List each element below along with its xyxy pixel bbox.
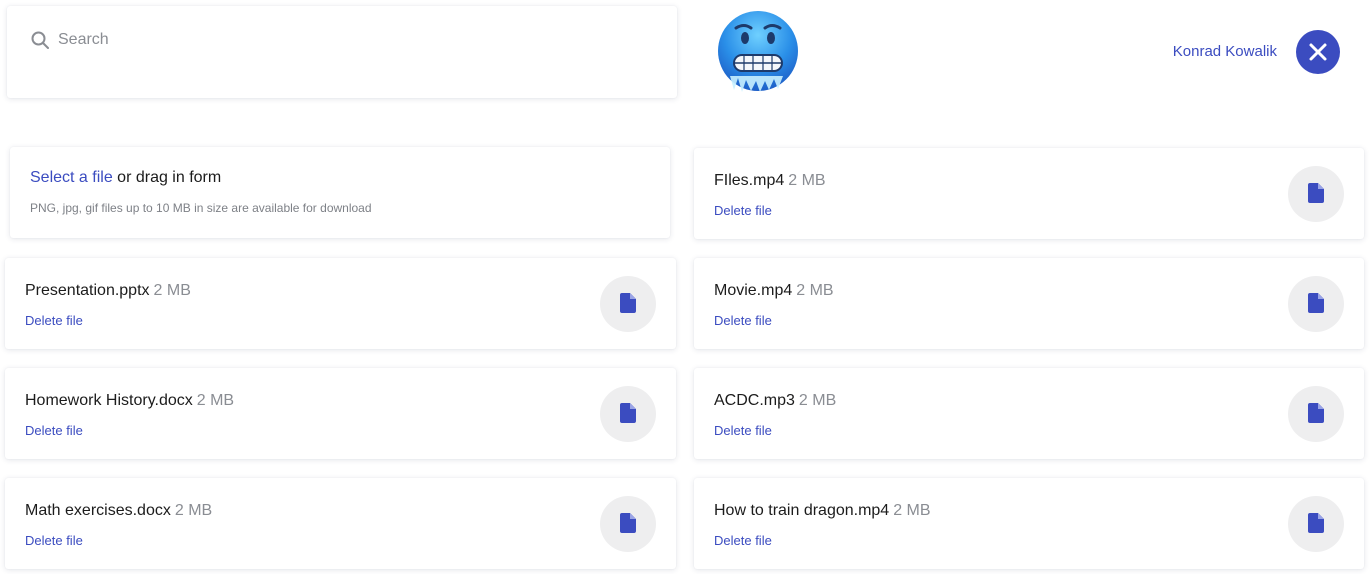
document-icon: [620, 513, 636, 533]
file-open-button[interactable]: [1288, 386, 1344, 442]
file-name-line: Homework History.docx 2 MB: [25, 392, 234, 410]
upload-instruction-text: or drag in form: [112, 169, 222, 186]
file-open-button[interactable]: [600, 276, 656, 332]
avatar: [718, 11, 798, 92]
file-card: Homework History.docx 2 MB Delete file: [5, 368, 676, 459]
document-icon: [620, 293, 636, 313]
file-name: How to train dragon.mp4: [714, 502, 890, 519]
document-icon: [1308, 403, 1324, 423]
file-name-line: Movie.mp4 2 MB: [714, 282, 834, 300]
file-name-line: FIles.mp4 2 MB: [714, 172, 826, 190]
file-size: 2 MB: [174, 502, 213, 519]
file-name-line: Presentation.pptx 2 MB: [25, 282, 191, 300]
file-size: 2 MB: [196, 392, 235, 409]
file-name: ACDC.mp3: [714, 392, 795, 409]
delete-file-link[interactable]: Delete file: [25, 423, 83, 438]
file-name: Presentation.pptx: [25, 282, 150, 299]
file-open-button[interactable]: [1288, 496, 1344, 552]
file-name: Movie.mp4: [714, 282, 793, 299]
search-input[interactable]: [58, 26, 618, 54]
file-size: 2 MB: [798, 392, 837, 409]
close-button[interactable]: [1296, 30, 1340, 74]
file-open-button[interactable]: [1288, 166, 1344, 222]
delete-file-link[interactable]: Delete file: [25, 533, 83, 548]
document-icon: [620, 403, 636, 423]
search-icon: [31, 31, 49, 49]
file-card: FIles.mp4 2 MB Delete file: [694, 148, 1364, 239]
file-size: 2 MB: [788, 172, 826, 189]
file-card: Math exercises.docx 2 MB Delete file: [5, 478, 676, 569]
delete-file-link[interactable]: Delete file: [714, 313, 772, 328]
document-icon: [1308, 513, 1324, 533]
upload-instructions: Select a file or drag in form: [30, 169, 221, 187]
file-card: ACDC.mp3 2 MB Delete file: [694, 368, 1364, 459]
search-bar: [7, 6, 677, 98]
delete-file-link[interactable]: Delete file: [714, 533, 772, 548]
delete-file-link[interactable]: Delete file: [25, 313, 83, 328]
document-icon: [1308, 183, 1324, 203]
file-name-line: How to train dragon.mp4 2 MB: [714, 502, 931, 520]
file-open-button[interactable]: [600, 496, 656, 552]
delete-file-link[interactable]: Delete file: [714, 203, 772, 218]
file-open-button[interactable]: [600, 386, 656, 442]
document-icon: [1308, 293, 1324, 313]
close-icon: [1309, 43, 1327, 61]
file-name: Homework History.docx: [25, 392, 193, 409]
file-size: 2 MB: [796, 282, 834, 299]
file-name: FIles.mp4: [714, 172, 785, 189]
file-card: How to train dragon.mp4 2 MB Delete file: [694, 478, 1364, 569]
delete-file-link[interactable]: Delete file: [714, 423, 772, 438]
file-size: 2 MB: [153, 282, 191, 299]
file-open-button[interactable]: [1288, 276, 1344, 332]
file-name-line: Math exercises.docx 2 MB: [25, 502, 212, 520]
file-name: Math exercises.docx: [25, 502, 171, 519]
upload-hint: PNG, jpg, gif files up to 10 MB in size …: [30, 201, 372, 215]
file-size: 2 MB: [893, 502, 931, 519]
user-name-link[interactable]: Konrad Kowalik: [1173, 43, 1277, 60]
file-card: Movie.mp4 2 MB Delete file: [694, 258, 1364, 349]
file-card: Presentation.pptx 2 MB Delete file: [5, 258, 676, 349]
select-file-link[interactable]: Select a file: [30, 169, 113, 186]
file-name-line: ACDC.mp3 2 MB: [714, 392, 836, 410]
upload-dropzone[interactable]: Select a file or drag in form PNG, jpg, …: [10, 147, 670, 238]
app-root: Konrad Kowalik Select a file or drag in …: [0, 0, 1372, 574]
